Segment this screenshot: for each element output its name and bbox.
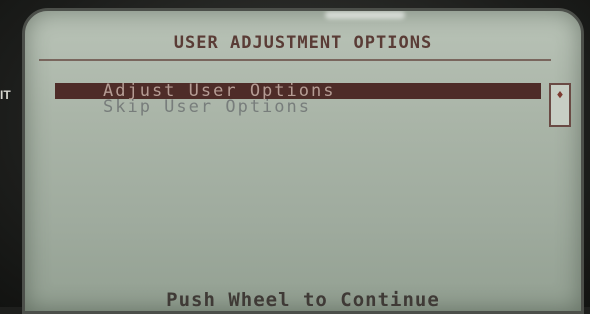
title-divider: [39, 59, 551, 61]
footer-instruction: Push Wheel to Continue: [166, 289, 440, 311]
scroll-indicator[interactable]: ♦: [549, 83, 571, 127]
options-menu: Adjust User Options Skip User Options: [55, 83, 541, 117]
screen-title: USER ADJUSTMENT OPTIONS: [173, 33, 433, 53]
screen-glare: [325, 11, 405, 19]
menu-item-skip-user-options[interactable]: Skip User Options: [55, 97, 541, 117]
bezel-side-label: IT: [0, 88, 11, 102]
device-frame: IT USER ADJUSTMENT OPTIONS Adjust User O…: [0, 0, 590, 314]
lcd-screen: USER ADJUSTMENT OPTIONS Adjust User Opti…: [22, 8, 584, 314]
menu-item-label: Skip User Options: [103, 97, 311, 117]
diamond-icon: ♦: [556, 88, 564, 102]
